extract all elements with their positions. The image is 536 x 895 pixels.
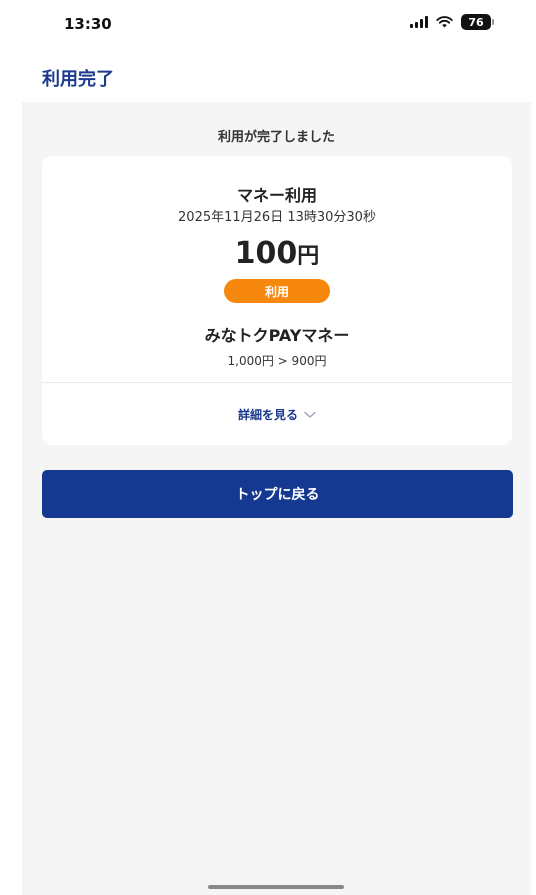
status-icons: 76 (410, 14, 494, 30)
completion-message: 利用が完了しました (217, 130, 335, 145)
battery-icon: 76 (461, 14, 494, 30)
wallet-name: みなトクPAYマネー (204, 326, 350, 345)
page-title: 利用完了 (42, 69, 114, 90)
status-time: 13:30 (64, 15, 112, 33)
nav-bar: 利用完了 (22, 48, 531, 102)
transaction-type: マネー利用 (236, 186, 317, 205)
balance-change: 1,000円 > 900円 (227, 354, 327, 368)
amount-unit: 円 (297, 244, 320, 269)
details-label: 詳細を見る (237, 408, 298, 422)
details-link[interactable]: 詳細を見る (42, 406, 512, 423)
signal-icon (410, 16, 428, 28)
wifi-icon (436, 16, 453, 28)
home-indicator[interactable] (208, 885, 344, 889)
chevron-down-icon (304, 411, 316, 418)
transaction-card: マネー利用 2025年11月26日 13時30分30秒 100円 利用 みなトク… (42, 156, 512, 445)
usage-badge: 利用 (224, 279, 330, 303)
status-bar: 13:30 76 (22, 0, 531, 48)
transaction-datetime: 2025年11月26日 13時30分30秒 (178, 210, 376, 225)
amount-value: 100 (234, 236, 298, 271)
card-divider (42, 382, 512, 383)
back-to-top-button[interactable]: トップに戻る (42, 470, 513, 518)
transaction-amount: 100円 (42, 236, 512, 271)
phone-screen: 13:30 76 利用完了 利用が完了しました マネー利用 2025年11月26… (22, 0, 531, 895)
